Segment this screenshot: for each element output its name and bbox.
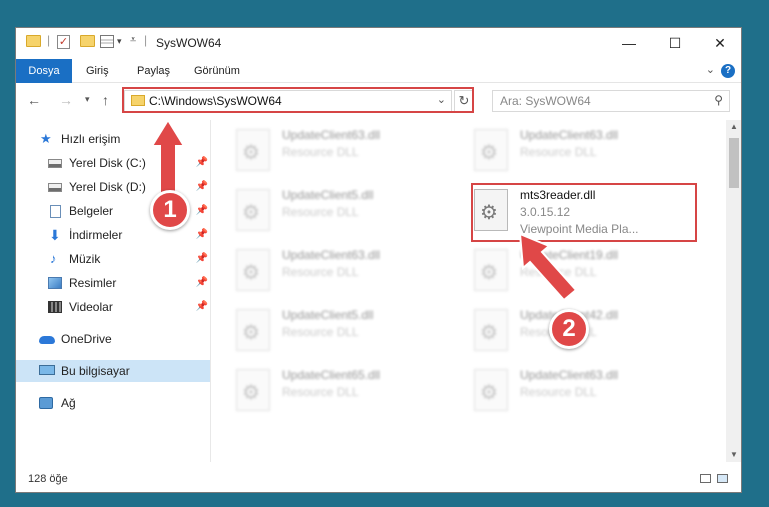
step-badge-1: 1 [150, 190, 190, 230]
annotation-arrows [150, 118, 578, 302]
arrow-2 [518, 232, 578, 302]
arrow-1 [150, 118, 186, 197]
step-badge-2: 2 [549, 309, 589, 349]
